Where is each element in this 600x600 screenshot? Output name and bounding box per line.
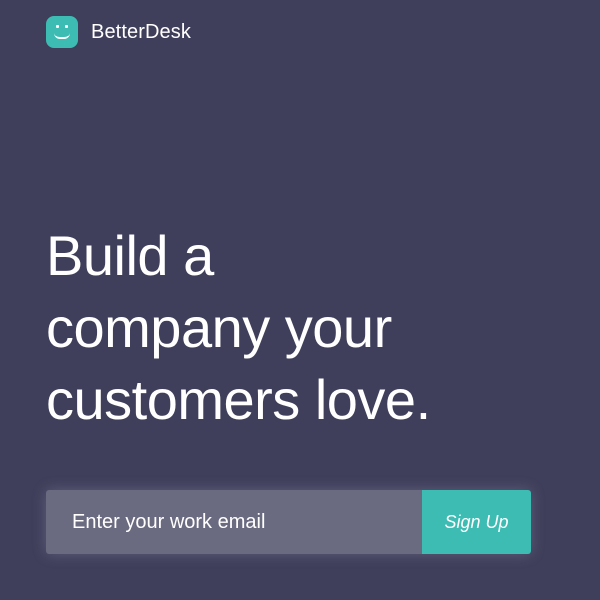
sign-up-button[interactable]: Sign Up [422, 490, 531, 554]
logo-left-eye [56, 25, 59, 28]
logo-mouth [54, 33, 70, 39]
email-input[interactable] [46, 490, 422, 554]
smiley-face-icon[interactable] [46, 16, 78, 48]
logo-right-eye [65, 25, 68, 28]
site-header: BetterDesk [46, 16, 191, 48]
headline-line-3: customers love. [46, 368, 431, 431]
brand-name[interactable]: BetterDesk [91, 21, 191, 44]
signup-form: Sign Up [46, 490, 531, 554]
headline-line-1: Build a [46, 224, 214, 287]
hero-headline: Build a company your customers love. [46, 220, 566, 436]
headline-line-2: company your [46, 296, 392, 359]
